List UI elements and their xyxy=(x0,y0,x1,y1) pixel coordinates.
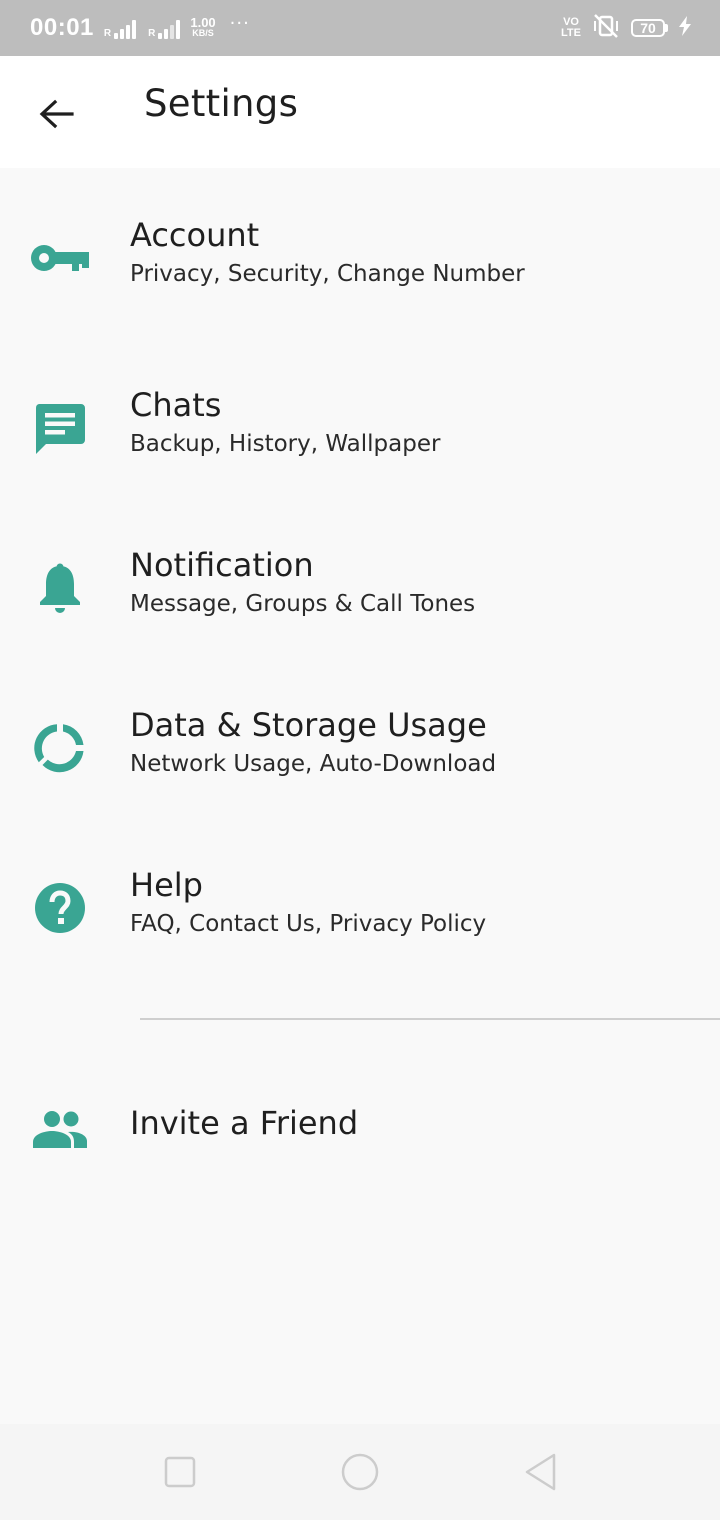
navigation-bar xyxy=(0,1424,720,1520)
volte-icon: VO LTE xyxy=(561,17,581,39)
volte-bottom-label: LTE xyxy=(561,27,581,39)
status-left-icons: R R 1.00 KB/S ··· xyxy=(103,13,250,39)
network-speed-unit: KB/S xyxy=(192,28,214,38)
setting-chats-subtitle: Backup, History, Wallpaper xyxy=(130,431,441,457)
status-bar: 00:01 R R 1.00 KB/S ··· VO LTE 70 xyxy=(0,0,720,56)
people-icon xyxy=(30,1100,90,1160)
setting-chats[interactable]: Chats Backup, History, Wallpaper xyxy=(0,338,720,488)
setting-help[interactable]: Help FAQ, Contact Us, Privacy Policy xyxy=(0,818,720,968)
recents-button[interactable] xyxy=(156,1448,204,1496)
setting-notification[interactable]: Notification Message, Groups & Call Tone… xyxy=(0,498,720,648)
setting-help-title: Help xyxy=(130,866,203,904)
battery-icon: 70 xyxy=(631,19,668,37)
setting-data-storage-subtitle: Network Usage, Auto-Download xyxy=(130,751,497,777)
setting-chats-title: Chats xyxy=(130,386,222,424)
signal-roaming-label: R xyxy=(103,28,112,39)
setting-notification-title: Notification xyxy=(130,546,314,584)
key-icon xyxy=(30,228,90,288)
vibrate-off-icon xyxy=(591,13,621,43)
signal-roaming-label-2: R xyxy=(148,28,156,39)
chat-icon xyxy=(30,398,90,458)
setting-invite-friend-title: Invite a Friend xyxy=(130,1104,359,1142)
toolbar: Settings xyxy=(0,56,720,168)
network-speed-value: 1.00 xyxy=(190,15,216,30)
data-usage-icon xyxy=(30,718,90,778)
signal-strength-icon: R xyxy=(103,17,137,39)
signal-strength-2-icon: R xyxy=(148,17,181,39)
setting-invite-friend[interactable]: Invite a Friend xyxy=(0,1068,720,1218)
battery-level: 70 xyxy=(631,19,665,37)
help-icon xyxy=(30,878,90,938)
setting-account-subtitle: Privacy, Security, Change Number xyxy=(130,261,525,287)
status-right-icons: VO LTE 70 xyxy=(561,13,692,43)
triangle-back-icon xyxy=(525,1453,556,1491)
setting-data-storage[interactable]: Data & Storage Usage Network Usage, Auto… xyxy=(0,658,720,808)
page-title: Settings xyxy=(144,82,299,125)
divider xyxy=(140,1018,720,1020)
setting-notification-subtitle: Message, Groups & Call Tones xyxy=(130,591,476,617)
more-notifications-icon: ··· xyxy=(229,13,250,34)
network-speed: 1.00 KB/S xyxy=(190,15,216,39)
setting-account-title: Account xyxy=(130,216,260,254)
home-button[interactable] xyxy=(336,1448,384,1496)
setting-account[interactable]: Account Privacy, Security, Change Number xyxy=(0,168,720,318)
status-time: 00:01 xyxy=(30,14,94,41)
charging-icon xyxy=(678,16,692,40)
back-button[interactable] xyxy=(28,86,84,142)
setting-help-subtitle: FAQ, Contact Us, Privacy Policy xyxy=(130,911,487,937)
setting-data-storage-title: Data & Storage Usage xyxy=(130,706,487,744)
square-icon xyxy=(164,1456,196,1488)
bell-icon xyxy=(30,558,90,618)
circle-icon xyxy=(341,1453,379,1491)
arrow-back-icon xyxy=(39,99,74,129)
back-nav-button[interactable] xyxy=(516,1448,564,1496)
